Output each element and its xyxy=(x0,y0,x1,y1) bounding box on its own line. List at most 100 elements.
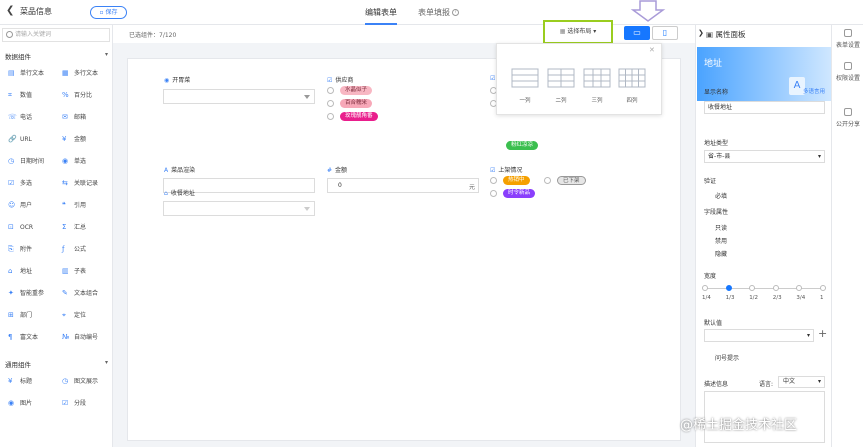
four-column-option[interactable] xyxy=(618,64,646,92)
supplier-tag: 水晶似子 xyxy=(340,86,373,95)
delivery-address-select[interactable] xyxy=(163,201,315,216)
component-item-label: 多行文本 xyxy=(74,70,99,77)
side-toolbar: 表单设置 权限设置 公开分享 xyxy=(831,25,863,447)
component-item[interactable]: ☑ 分段 xyxy=(62,399,86,409)
public-share-button[interactable]: 公开分享 xyxy=(832,108,863,128)
component-item-label: URL xyxy=(20,136,32,143)
section-common-components[interactable]: 通用组件 ▾ xyxy=(5,359,108,369)
component-item-label: 地址 xyxy=(20,268,33,275)
component-item[interactable]: ¶ 富文本 xyxy=(8,333,38,343)
add-icon[interactable]: + xyxy=(818,327,827,340)
appetizer-select[interactable] xyxy=(163,89,315,104)
component-item[interactable]: Σ 汇总 xyxy=(62,223,86,233)
tab-edit-form[interactable]: 编辑表单 xyxy=(365,7,397,25)
shelf-option-radio[interactable] xyxy=(490,177,497,184)
component-item[interactable]: ▦ 多行文本 xyxy=(62,69,98,79)
component-item[interactable]: ◷ 图文展示 xyxy=(62,377,98,387)
shelf-option-radio[interactable] xyxy=(490,190,497,197)
address-type-select[interactable]: 省-市-县 ▾ xyxy=(704,150,825,163)
width-slider-stop[interactable] xyxy=(796,285,803,291)
component-item[interactable]: ◉ 单选 xyxy=(62,157,86,167)
component-item-label: 百分比 xyxy=(74,92,93,99)
language-select[interactable]: 中文 ▾ xyxy=(778,376,825,388)
mobile-view-button[interactable]: ▯ xyxy=(652,26,678,40)
component-item[interactable]: ¥ 标题 xyxy=(8,377,32,387)
component-item[interactable]: ¥ 金额 xyxy=(62,135,86,145)
chevron-down-icon xyxy=(304,95,310,99)
component-item[interactable]: ⌗ 数值 xyxy=(8,91,32,101)
component-item[interactable]: ❝ 引用 xyxy=(62,201,86,211)
width-slider-stop[interactable] xyxy=(749,285,756,291)
component-item[interactable]: ⎘ 附件 xyxy=(8,245,32,255)
component-item[interactable]: ✦ 智能重参 xyxy=(8,289,44,299)
component-item[interactable]: ƒ 公式 xyxy=(62,245,86,255)
multilang-link[interactable]: 多语言用 xyxy=(803,87,825,95)
section-data-label: 数据组件 xyxy=(5,53,31,61)
component-item[interactable]: % 百分比 xyxy=(62,91,92,101)
supplier-option-radio[interactable] xyxy=(327,87,334,94)
component-item[interactable]: № 自动编号 xyxy=(62,333,98,343)
shelf-option-radio[interactable] xyxy=(544,177,551,184)
supplier-option-radio[interactable] xyxy=(327,100,334,107)
display-name-input[interactable]: 收餐地址 xyxy=(704,101,825,114)
component-item[interactable]: ☑ 多选 xyxy=(8,179,32,189)
collapse-arrow-icon[interactable]: ❯ xyxy=(698,29,704,37)
component-item[interactable]: ⊡ OCR xyxy=(8,223,33,233)
width-slider-stop[interactable] xyxy=(820,285,826,291)
component-item[interactable]: ⌂ 地址 xyxy=(8,267,32,277)
width-slider[interactable] xyxy=(702,285,826,291)
close-icon[interactable]: ✕ xyxy=(649,46,655,54)
component-item-label: 汇总 xyxy=(74,224,87,231)
three-column-option[interactable] xyxy=(583,64,611,92)
search-input[interactable]: 请输入关键词 xyxy=(2,28,110,42)
department-icon: ⊞ xyxy=(8,311,14,319)
text-icon: A xyxy=(164,167,169,174)
width-slider-stop[interactable] xyxy=(702,285,708,291)
shield-icon xyxy=(844,62,852,70)
help-icon[interactable]: ? xyxy=(452,9,459,16)
component-item[interactable]: ⊞ 部门 xyxy=(8,311,32,321)
component-item[interactable]: ▤ 单行文本 xyxy=(8,69,44,79)
component-item[interactable]: 🔗 URL xyxy=(8,135,32,145)
desktop-icon: ▭ xyxy=(633,28,641,37)
width-slider-stop[interactable] xyxy=(725,285,732,291)
component-item[interactable]: ▥ 子表 xyxy=(62,267,86,277)
component-item[interactable]: ◷ 日期时间 xyxy=(8,157,44,167)
component-item[interactable]: ☺ 用户 xyxy=(8,201,32,211)
back-arrow-icon[interactable]: ❮ xyxy=(6,5,14,16)
component-item[interactable]: ✉ 邮箱 xyxy=(62,113,86,123)
three-column-label: 三列 xyxy=(591,98,603,104)
component-item[interactable]: ☏ 电话 xyxy=(8,113,32,123)
component-item[interactable]: ✎ 文本组合 xyxy=(62,289,98,299)
required-checkbox[interactable]: 必填 xyxy=(715,191,727,200)
disabled-checkbox[interactable]: 禁用 xyxy=(715,236,727,245)
supplier-option-radio[interactable] xyxy=(327,113,334,120)
hidden-checkbox[interactable]: 隐藏 xyxy=(715,249,727,258)
relation-icon: ⇆ xyxy=(62,179,68,187)
radio-icon: ◉ xyxy=(164,77,170,84)
select-layout-button[interactable]: ▦ 选择布局 ▾ xyxy=(543,20,613,44)
save-button[interactable]: ▫ 保存 xyxy=(90,6,127,19)
component-item[interactable]: ◉ 图片 xyxy=(8,399,32,409)
tab-form-fill[interactable]: 表单填报? xyxy=(418,7,459,18)
component-item[interactable]: ⇆ 关联记录 xyxy=(62,179,98,189)
chevron-down-icon xyxy=(304,207,310,211)
section-data-components[interactable]: 数据组件 ▾ xyxy=(5,51,108,61)
amount-input[interactable]: 0 元 xyxy=(327,178,479,193)
phone-icon: ☏ xyxy=(8,113,17,121)
form-settings-button[interactable]: 表单设置 xyxy=(832,29,863,49)
one-column-option[interactable] xyxy=(511,64,539,92)
component-item[interactable]: ⌖ 定位 xyxy=(62,311,86,321)
checkbox-icon: ☑ xyxy=(490,167,496,174)
readonly-checkbox[interactable]: 只读 xyxy=(715,223,727,232)
hidden-field-icon: ☑ xyxy=(490,75,496,82)
width-slider-stop[interactable] xyxy=(772,285,779,291)
width-label: 宽度 xyxy=(704,273,717,280)
default-value-select[interactable]: ▾ xyxy=(704,329,814,342)
hint-toggle[interactable]: 问号提示 xyxy=(715,353,739,362)
component-item-label: 金额 xyxy=(74,136,87,143)
two-column-option[interactable] xyxy=(547,64,575,92)
permission-settings-button[interactable]: 权限设置 xyxy=(832,62,863,82)
desktop-view-button[interactable]: ▭ xyxy=(624,26,650,40)
mobile-icon: ▯ xyxy=(662,28,668,37)
